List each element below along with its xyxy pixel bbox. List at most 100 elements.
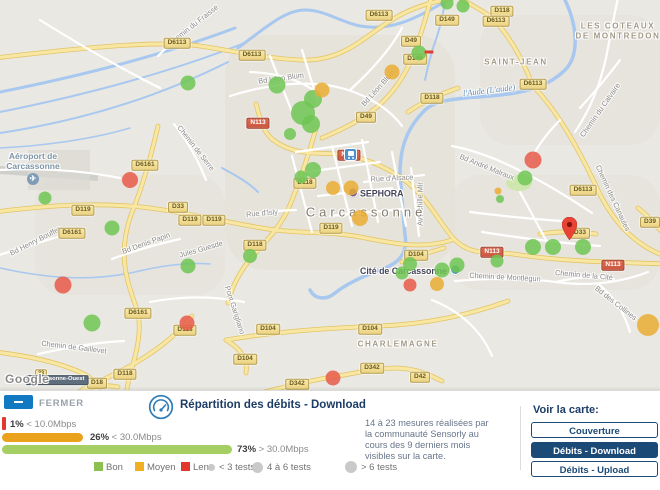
- legend-circle-medium: [252, 462, 263, 473]
- road-badge: D6113: [570, 185, 597, 196]
- train-station-icon: [345, 149, 356, 160]
- road-badge: D33: [168, 202, 188, 213]
- map-pin-icon[interactable]: [562, 217, 577, 245]
- speedtest-dot[interactable]: [435, 263, 450, 278]
- speedtest-dot[interactable]: [122, 172, 138, 188]
- collapse-panel-button[interactable]: [4, 395, 33, 409]
- road-badge: D6161: [124, 308, 151, 319]
- speedtest-dot[interactable]: [352, 210, 368, 226]
- speedtest-dot[interactable]: [180, 316, 195, 331]
- road-badge: D6113: [164, 38, 191, 49]
- road-badge: D6113: [483, 16, 510, 27]
- speedtest-dash-marker[interactable]: [425, 51, 434, 54]
- speedtest-dot[interactable]: [518, 171, 533, 186]
- speedtest-dot[interactable]: [326, 181, 340, 195]
- road-badge: D39: [640, 217, 660, 228]
- panel-title: Répartition des débits - Download: [180, 399, 366, 411]
- speedtest-dot[interactable]: [495, 188, 502, 195]
- road-badge: D6113: [239, 50, 266, 61]
- speedtest-dot[interactable]: [457, 0, 470, 13]
- legend-swatch-lent: [181, 462, 190, 471]
- collapse-panel-label[interactable]: FERMER: [39, 398, 84, 409]
- speedtest-dot[interactable]: [181, 259, 196, 274]
- road-badge: D342: [360, 363, 384, 374]
- road-badge: D6113: [520, 79, 547, 90]
- speedtest-dot[interactable]: [430, 277, 444, 291]
- speedtest-dot[interactable]: [637, 314, 659, 336]
- speedtest-dot[interactable]: [344, 181, 359, 196]
- bar-lent-label: 1% < 10.0Mbps: [10, 419, 76, 430]
- speedtest-dot[interactable]: [403, 257, 417, 271]
- road-badge: N113: [601, 260, 624, 271]
- airport-label-line2: Carcassonne: [0, 162, 66, 172]
- sensorly-speed-map-app: Chemin du FraisseChemin de SerreBd Léon …: [0, 0, 660, 490]
- panel-divider: [520, 406, 521, 470]
- road-badge: D6161: [131, 160, 158, 171]
- legend-label-gt6: > 6 tests: [361, 462, 397, 473]
- bar-bon-label: 73% > 30.0Mbps: [237, 444, 309, 455]
- legend-circle-small: [208, 464, 215, 471]
- speedtest-dot[interactable]: [315, 83, 330, 98]
- road-badge: D119: [71, 205, 94, 216]
- airplane-icon: [27, 173, 39, 185]
- speedtest-dot[interactable]: [55, 277, 72, 294]
- speedtest-dot[interactable]: [385, 65, 400, 80]
- speedtest-dot[interactable]: [269, 77, 286, 94]
- speedtest-dot[interactable]: [404, 279, 417, 292]
- poi-airport: Aéroport de Carcassonne: [0, 152, 66, 185]
- street-label: SAINT-JEAN: [484, 58, 548, 67]
- legend-swatch-bon: [94, 462, 103, 471]
- speedometer-icon: [148, 394, 174, 425]
- map-canvas[interactable]: Chemin du FraisseChemin de SerreBd Léon …: [0, 0, 660, 390]
- speedtest-dot[interactable]: [105, 221, 120, 236]
- bar-moyen-label: 26% < 30.0Mbps: [90, 432, 162, 443]
- google-logo: Google: [5, 372, 49, 386]
- minus-icon: [14, 401, 23, 403]
- button-debits-upload[interactable]: Débits - Upload: [531, 461, 658, 477]
- road-badge: D118: [490, 6, 513, 17]
- legend-label-moyen: Moyen: [147, 462, 176, 473]
- street-label: DE MONTREDON: [576, 32, 660, 41]
- road-badge: D119: [178, 215, 201, 226]
- speedtest-dot[interactable]: [450, 258, 465, 273]
- legend-label-lt3: < 3 tests: [219, 462, 255, 473]
- legend-label-4to6: 4 à 6 tests: [267, 462, 311, 473]
- street-label: LES COTEAUX: [581, 22, 656, 31]
- speedtest-dot[interactable]: [496, 195, 504, 203]
- button-debits-download[interactable]: Débits - Download: [531, 442, 658, 458]
- speedtest-dot[interactable]: [575, 239, 591, 255]
- street-label: CHARLEMAGNE: [358, 340, 439, 349]
- speedtest-dot[interactable]: [545, 239, 561, 255]
- sidebar-title: Voir la carte:: [533, 404, 599, 416]
- road-badge: D18: [87, 378, 107, 389]
- road-badge: N113: [246, 118, 269, 129]
- map-base-art: [0, 0, 660, 390]
- road-badge: D342: [285, 379, 309, 390]
- legend-panel: FERMER Répartition des débits - Download…: [0, 390, 660, 490]
- bar-lent: [2, 417, 6, 430]
- speedtest-dot[interactable]: [525, 239, 541, 255]
- legend-circle-large: [345, 461, 357, 473]
- road-badge: D118: [113, 369, 136, 380]
- speedtest-dot[interactable]: [295, 171, 308, 184]
- road-badge: D104: [256, 324, 280, 335]
- button-couverture[interactable]: Couverture: [531, 422, 658, 438]
- speedtest-dot[interactable]: [243, 249, 257, 263]
- road-badge: D42: [410, 372, 430, 383]
- speedtest-dot[interactable]: [84, 315, 101, 332]
- speedtest-dot[interactable]: [491, 255, 504, 268]
- legend-swatch-moyen: [135, 462, 144, 471]
- speedtest-dot[interactable]: [326, 371, 341, 386]
- speedtest-dot[interactable]: [525, 152, 542, 169]
- legend-label-bon: Bon: [106, 462, 123, 473]
- bar-bon: [2, 445, 232, 454]
- speedtest-dot[interactable]: [302, 115, 320, 133]
- speedtest-dot[interactable]: [181, 76, 196, 91]
- road-badge: D6161: [58, 228, 85, 239]
- road-badge: D6113: [366, 10, 393, 21]
- speedtest-dot[interactable]: [284, 128, 296, 140]
- speedtest-dot[interactable]: [39, 192, 52, 205]
- road-badge: D119: [319, 223, 342, 234]
- road-badge: D104: [233, 354, 257, 365]
- bar-moyen: [2, 433, 83, 442]
